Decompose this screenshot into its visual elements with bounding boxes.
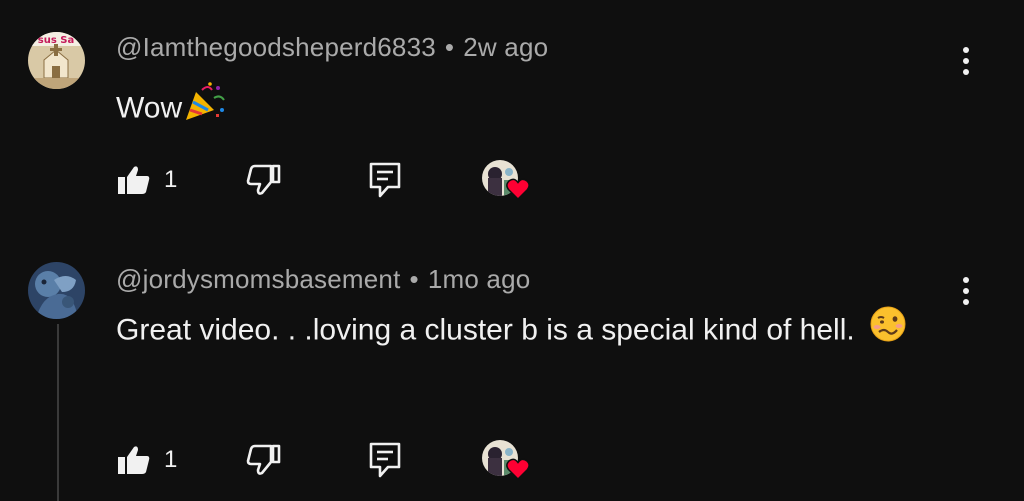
comment-actions: 1 [116,436,556,484]
comment: sus Sa @Iamthegoodsheperd6833 • 2w ago Wow [0,22,1024,232]
creator-heart-badge [480,436,530,484]
party-popper-emoji [182,80,226,139]
comment-actions: 1 [116,156,556,204]
more-vertical-icon [963,277,969,305]
like-count: 1 [164,446,178,473]
thumbs-down-icon [246,444,281,475]
timestamp[interactable]: 2w ago [463,32,548,62]
comment-text: Wow [116,80,916,139]
reply-button[interactable] [368,156,402,204]
thread-line [57,324,59,501]
more-options-button[interactable] [955,42,977,82]
thumbs-up-icon [118,446,150,474]
reply-icon [369,442,401,478]
separator-dot: • [444,32,455,62]
heart-icon [506,458,530,480]
comment-body: Great video. . .loving a cluster b is a … [116,313,855,347]
thumbs-down-icon [246,164,281,195]
dislike-button[interactable] [246,436,282,484]
avatar[interactable] [28,262,85,319]
woozy-face-emoji [869,305,907,358]
comments-section: sus Sa @Iamthegoodsheperd6833 • 2w ago Wow [0,0,1024,501]
username[interactable]: @Iamthegoodsheperd6833 [116,32,436,62]
timestamp[interactable]: 1mo ago [428,264,531,294]
more-options-button[interactable] [955,272,977,312]
more-vertical-icon [963,47,969,75]
dislike-button[interactable] [246,156,282,204]
comment-text: Great video. . .loving a cluster b is a … [116,305,916,358]
heart-icon [506,178,530,200]
username[interactable]: @jordysmomsbasement [116,264,401,294]
like-button[interactable]: 1 [116,156,177,204]
comment: @jordysmomsbasement • 1mo ago Great video.… [0,258,1024,501]
creator-heart-badge [480,156,530,204]
comment-meta: @jordysmomsbasement • 1mo ago [116,264,530,295]
avatar[interactable]: sus Sa [28,32,85,89]
thumbs-up-icon [118,166,150,194]
comment-meta: @Iamthegoodsheperd6833 • 2w ago [116,32,548,63]
separator-dot: • [409,264,419,294]
reply-button[interactable] [368,436,402,484]
comment-body: Wow [116,91,183,125]
like-count: 1 [164,166,178,193]
reply-icon [369,162,401,198]
like-button[interactable]: 1 [116,436,177,484]
